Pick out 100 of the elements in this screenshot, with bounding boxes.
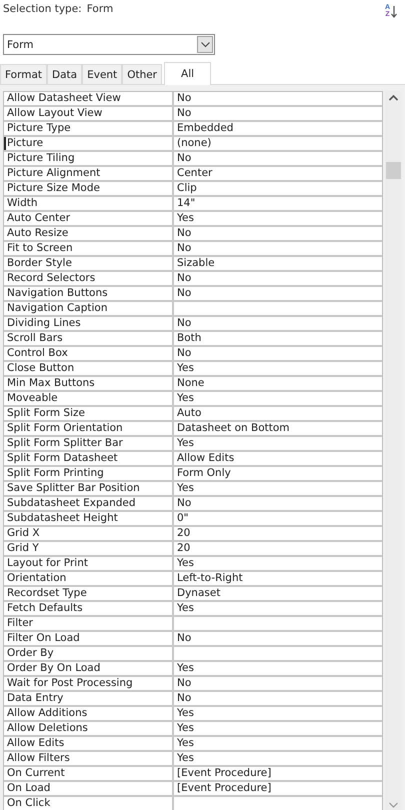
property-name[interactable]: Navigation Caption xyxy=(4,302,172,315)
property-name[interactable]: Navigation Buttons xyxy=(4,287,172,300)
property-name[interactable]: Fit to Screen xyxy=(4,242,172,255)
property-name[interactable]: Auto Center xyxy=(4,212,172,225)
property-name[interactable]: Picture Type xyxy=(4,122,172,135)
property-value-field[interactable] xyxy=(174,797,382,810)
property-name[interactable]: Allow Datasheet View xyxy=(4,92,172,105)
tab[interactable]: Data xyxy=(47,64,82,84)
property-value-field[interactable] xyxy=(174,302,382,315)
property-value-field[interactable]: No xyxy=(174,152,382,165)
property-name[interactable]: Min Max Buttons xyxy=(4,377,172,390)
property-name[interactable]: On Load xyxy=(4,782,172,795)
property-name[interactable]: Border Style xyxy=(4,257,172,270)
property-name[interactable]: Allow Filters xyxy=(4,752,172,765)
property-value-field[interactable]: No xyxy=(174,107,382,120)
property-name[interactable]: Record Selectors xyxy=(4,272,172,285)
property-name[interactable]: Close Button xyxy=(4,362,172,375)
property-value-field[interactable]: No xyxy=(174,317,382,330)
property-value-field[interactable]: Sizable xyxy=(174,257,382,270)
property-value-field[interactable]: No xyxy=(174,692,382,705)
property-name[interactable]: Moveable xyxy=(4,392,172,405)
property-name[interactable]: Data Entry xyxy=(4,692,172,705)
property-value-field[interactable]: [Event Procedure] xyxy=(174,767,382,780)
property-name[interactable]: Allow Deletions xyxy=(4,722,172,735)
property-name[interactable]: Filter On Load xyxy=(4,632,172,645)
property-value-field[interactable]: Yes xyxy=(174,662,382,675)
property-name[interactable]: Filter xyxy=(4,617,172,630)
property-value-field[interactable]: Yes xyxy=(174,557,382,570)
property-name[interactable]: Order By On Load xyxy=(4,662,172,675)
property-value-field[interactable]: Yes xyxy=(174,482,382,495)
property-value-field[interactable]: No xyxy=(174,497,382,510)
property-name[interactable]: Allow Edits xyxy=(4,737,172,750)
property-name[interactable]: Picture Size Mode xyxy=(4,182,172,195)
property-value-field[interactable]: Embedded xyxy=(174,122,382,135)
property-name[interactable]: Save Splitter Bar Position xyxy=(4,482,172,495)
object-dropdown[interactable]: Form xyxy=(3,34,215,55)
property-value-field[interactable]: No xyxy=(174,347,382,360)
property-value-field[interactable]: Dynaset xyxy=(174,587,382,600)
property-name[interactable]: Width xyxy=(4,197,172,210)
property-value-field[interactable]: No xyxy=(174,632,382,645)
property-value-field[interactable]: Left-to-Right xyxy=(174,572,382,585)
property-name[interactable]: Split Form Size xyxy=(4,407,172,420)
property-value-field[interactable]: None xyxy=(174,377,382,390)
property-name[interactable]: On Click xyxy=(4,797,172,810)
property-value-field[interactable]: Both xyxy=(174,332,382,345)
property-name[interactable]: Dividing Lines xyxy=(4,317,172,330)
property-value-field[interactable] xyxy=(174,647,382,660)
property-value-field[interactable]: Yes xyxy=(174,722,382,735)
tab[interactable]: Event xyxy=(82,64,122,84)
property-name[interactable]: Subdatasheet Height xyxy=(4,512,172,525)
property-value-field[interactable]: Auto xyxy=(174,407,382,420)
property-name[interactable]: Picture xyxy=(4,137,172,150)
property-value-field[interactable]: Yes xyxy=(174,437,382,450)
property-value-field[interactable]: Yes xyxy=(174,602,382,615)
property-value-field[interactable]: No xyxy=(174,242,382,255)
property-name[interactable]: Auto Resize xyxy=(4,227,172,240)
property-name[interactable]: Allow Additions xyxy=(4,707,172,720)
property-name[interactable]: Layout for Print xyxy=(4,557,172,570)
property-name[interactable]: Split Form Printing xyxy=(4,467,172,480)
scrollbar[interactable] xyxy=(385,91,402,810)
property-value-field[interactable]: Form Only xyxy=(174,467,382,480)
property-value-field[interactable]: (none) xyxy=(174,137,382,150)
tab[interactable]: Other xyxy=(122,64,162,84)
property-value-field[interactable] xyxy=(174,617,382,630)
property-name[interactable]: Recordset Type xyxy=(4,587,172,600)
property-value-field[interactable]: No xyxy=(174,92,382,105)
property-value-field[interactable]: Yes xyxy=(174,737,382,750)
property-value-field[interactable]: Clip xyxy=(174,182,382,195)
scroll-thumb[interactable] xyxy=(386,162,402,179)
property-value-field[interactable]: 14" xyxy=(174,197,382,210)
property-value-field[interactable]: Yes xyxy=(174,707,382,720)
property-value-field[interactable]: No xyxy=(174,287,382,300)
property-name[interactable]: Allow Layout View xyxy=(4,107,172,120)
property-name[interactable]: Split Form Orientation xyxy=(4,422,172,435)
property-name[interactable]: Grid X xyxy=(4,527,172,540)
property-name[interactable]: Scroll Bars xyxy=(4,332,172,345)
property-name[interactable]: Picture Tiling xyxy=(4,152,172,165)
property-name[interactable]: Split Form Splitter Bar xyxy=(4,437,172,450)
property-value-field[interactable]: 20 xyxy=(174,542,382,555)
property-value-field[interactable]: Allow Edits xyxy=(174,452,382,465)
property-value-field[interactable]: Datasheet on Bottom xyxy=(174,422,382,435)
property-name[interactable]: Wait for Post Processing xyxy=(4,677,172,690)
property-value-field[interactable]: No xyxy=(174,227,382,240)
property-name[interactable]: On Current xyxy=(4,767,172,780)
property-value-field[interactable]: Center xyxy=(174,167,382,180)
property-value-field[interactable]: No xyxy=(174,677,382,690)
property-name[interactable]: Split Form Datasheet xyxy=(4,452,172,465)
property-name[interactable]: Orientation xyxy=(4,572,172,585)
tab[interactable]: All xyxy=(164,62,212,85)
property-value-field[interactable]: Yes xyxy=(174,752,382,765)
property-name[interactable]: Grid Y xyxy=(4,542,172,555)
property-value-field[interactable]: Yes xyxy=(174,392,382,405)
property-value-field[interactable]: 0" xyxy=(174,512,382,525)
tab[interactable]: Format xyxy=(0,64,48,84)
scroll-down-icon[interactable] xyxy=(389,802,398,808)
property-name[interactable]: Subdatasheet Expanded xyxy=(4,497,172,510)
property-value-field[interactable]: Yes xyxy=(174,362,382,375)
property-value-field[interactable]: [Event Procedure] xyxy=(174,782,382,795)
property-value-field[interactable]: 20 xyxy=(174,527,382,540)
scroll-up-icon[interactable] xyxy=(389,95,398,101)
